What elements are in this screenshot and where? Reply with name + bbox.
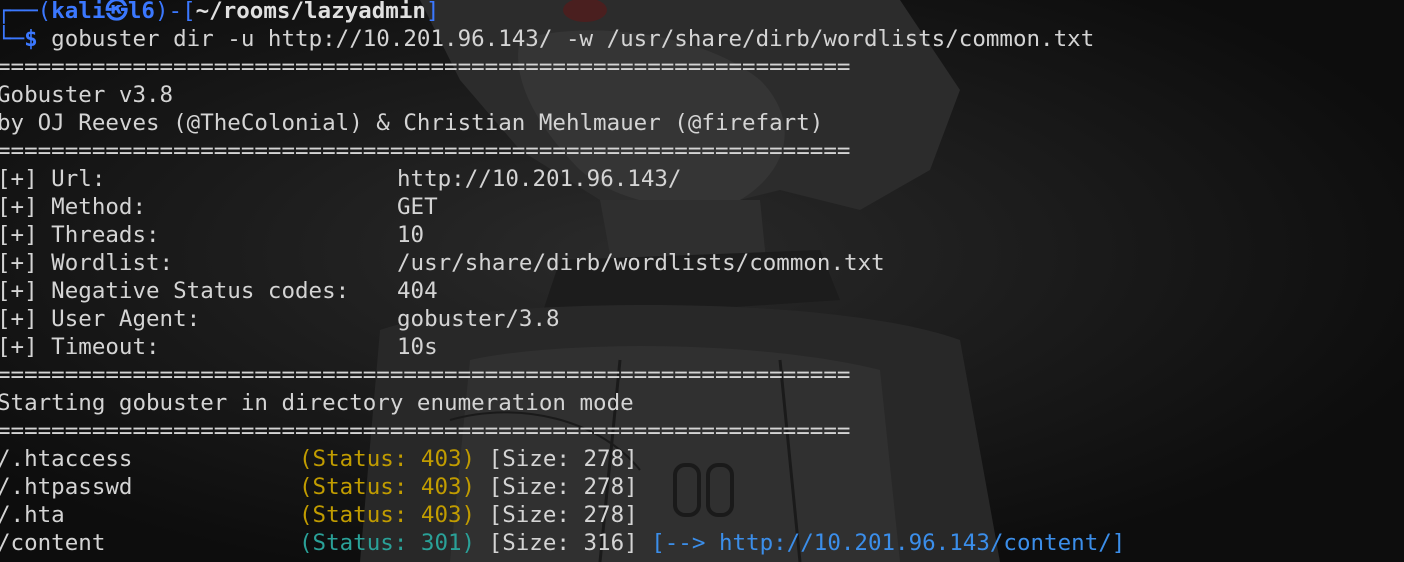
- separator-line: ========================================…: [0, 138, 851, 164]
- result-row: /.htpasswd (Status: 403) [Size: 278]: [0, 473, 1125, 501]
- prompt-dollar: $: [24, 26, 38, 52]
- config-row: [+] Url: http://10.201.96.143/: [0, 165, 1125, 193]
- result-size: [Size: 278]: [475, 474, 638, 500]
- redirect-link[interactable]: [--> http://10.201.96.143/content/]: [638, 530, 1125, 556]
- result-status: (Status: 403): [299, 446, 476, 472]
- prompt-line-2: └─$ gobuster dir -u http://10.201.96.143…: [0, 25, 1125, 53]
- prompt-frame-top: ┌──(: [0, 0, 52, 24]
- result-size: [Size: 278]: [475, 502, 638, 528]
- prompt-frame-mid: )-[: [154, 0, 196, 24]
- config-value: /usr/share/dirb/wordlists/common.txt: [397, 250, 885, 276]
- result-path: /content: [0, 530, 106, 556]
- config-key: [+] User Agent:: [0, 306, 201, 332]
- prompt-directory: ~/rooms/lazyadmin: [195, 0, 426, 24]
- result-row: /.htaccess (Status: 403) [Size: 278]: [0, 445, 1125, 473]
- terminal-window[interactable]: ┌──(kali㉿l6)-[~/rooms/lazyadmin] └─$ gob…: [0, 0, 1404, 562]
- command-text[interactable]: gobuster dir -u http://10.201.96.143/ -w…: [38, 26, 1094, 52]
- config-value: 10: [397, 222, 425, 248]
- prompt-frame-bottom: └─: [0, 26, 25, 52]
- result-size: [Size: 278]: [475, 446, 638, 472]
- result-row: /.hta (Status: 403) [Size: 278]: [0, 501, 1125, 529]
- config-key: [+] Negative Status codes:: [0, 278, 350, 304]
- result-status: (Status: 403): [299, 474, 476, 500]
- result-size: [Size: 316]: [475, 530, 638, 556]
- banner-authors: by OJ Reeves (@TheColonial) & Christian …: [0, 110, 824, 136]
- result-status: (Status: 301): [299, 530, 476, 556]
- prompt-frame-close: ]: [425, 0, 440, 24]
- config-key: [+] Timeout:: [0, 334, 160, 360]
- config-value: gobuster/3.8: [397, 306, 560, 332]
- config-value: GET: [397, 194, 438, 220]
- config-row: [+] Timeout: 10s: [0, 333, 1125, 361]
- separator-line: ========================================…: [0, 418, 851, 444]
- start-message: Starting gobuster in directory enumerati…: [0, 390, 634, 416]
- separator-line: ========================================…: [0, 362, 851, 388]
- config-key: [+] Url:: [0, 166, 106, 192]
- prompt-host: l6: [127, 0, 155, 24]
- config-key: [+] Threads:: [0, 222, 160, 248]
- config-value: http://10.201.96.143/: [397, 166, 682, 192]
- prompt-line-1: ┌──(kali㉿l6)-[~/rooms/lazyadmin]: [0, 0, 1125, 25]
- result-status: (Status: 403): [299, 502, 476, 528]
- config-row: [+] Method: GET: [0, 193, 1125, 221]
- config-row: [+] Wordlist: /usr/share/dirb/wordlists/c…: [0, 249, 1125, 277]
- config-row: [+] Negative Status codes: 404: [0, 277, 1125, 305]
- result-row: /content (Status: 301) [Size: 316] [--> h…: [0, 529, 1125, 557]
- config-key: [+] Wordlist:: [0, 250, 174, 276]
- config-value: 404: [397, 278, 438, 304]
- prompt-user: kali: [51, 0, 106, 24]
- terminal-output[interactable]: ┌──(kali㉿l6)-[~/rooms/lazyadmin] └─$ gob…: [0, 0, 1125, 557]
- result-path: /.hta: [0, 502, 65, 528]
- result-path: /.htpasswd: [0, 474, 133, 500]
- config-row: [+] Threads: 10: [0, 221, 1125, 249]
- config-value: 10s: [397, 334, 438, 360]
- separator-line: ========================================…: [0, 54, 851, 80]
- result-path: /.htaccess: [0, 446, 133, 472]
- banner-version: Gobuster v3.8: [0, 82, 174, 108]
- config-key: [+] Method:: [0, 194, 147, 220]
- skull-icon: ㉿: [105, 0, 128, 24]
- config-row: [+] User Agent: gobuster/3.8: [0, 305, 1125, 333]
